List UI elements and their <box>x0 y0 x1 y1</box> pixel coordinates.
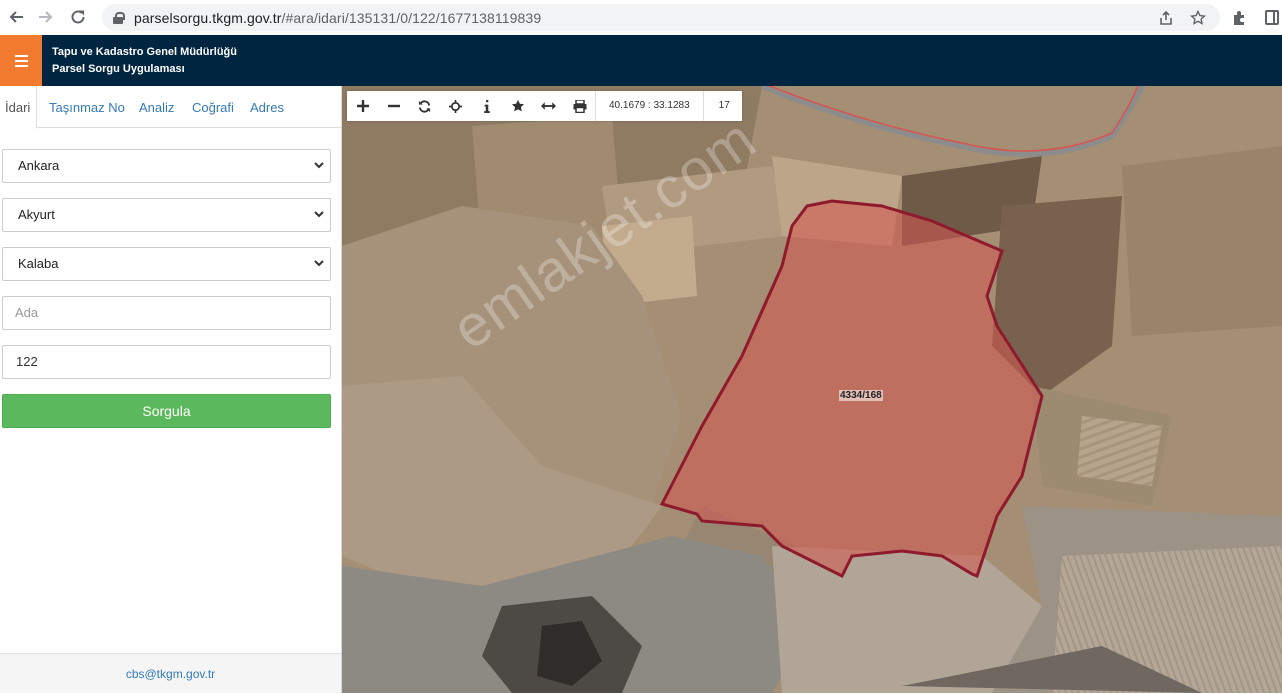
locate-button[interactable] <box>440 91 471 121</box>
zoom-level-readout: 17 <box>702 91 742 121</box>
hamburger-line <box>14 54 28 57</box>
app-header: Tapu ve Kadastro Genel Müdürlüğü Parsel … <box>0 35 1282 86</box>
hamburger-line <box>14 59 28 62</box>
parcel-number-label: 4334/168 <box>839 390 883 401</box>
lock-icon <box>113 11 125 24</box>
browser-toolbar: parselsorgu.tkgm.gov.tr/#ara/idari/13513… <box>0 0 1282 35</box>
hamburger-menu-button[interactable] <box>0 35 42 86</box>
ilce-select-value: Akyurt <box>18 207 55 222</box>
star-bookmark-icon[interactable] <box>1190 9 1206 26</box>
query-panel: İdari Taşınmaz No Analiz Coğrafi Adres A… <box>0 86 342 693</box>
tab-idari[interactable]: İdari <box>0 86 38 129</box>
side-panel-icon[interactable] <box>1265 10 1279 25</box>
info-button[interactable] <box>471 91 502 121</box>
refresh-button[interactable] <box>409 91 440 121</box>
parsel-input[interactable]: 122 <box>2 345 331 379</box>
mahalle-select-value: Kalaba <box>18 256 59 271</box>
refresh-icon <box>418 99 431 113</box>
app-title-line1: Tapu ve Kadastro Genel Müdürlüğü <box>52 46 237 58</box>
il-select[interactable]: Ankara <box>2 149 331 183</box>
horizontal-arrows-icon <box>541 102 556 110</box>
map-view[interactable]: emlakjet.com 4334/168 40.1679 : 33.1283 … <box>342 86 1282 693</box>
print-button[interactable] <box>564 91 595 121</box>
sorgula-button[interactable]: Sorgula <box>2 394 331 428</box>
panel-footer: cbs@tkgm.gov.tr <box>0 653 341 693</box>
share-icon[interactable] <box>1158 10 1174 26</box>
info-icon <box>483 99 490 113</box>
back-button[interactable] <box>0 1 32 33</box>
app-title-line2: Parsel Sorgu Uygulaması <box>52 63 185 75</box>
tab-adres[interactable]: Adres <box>250 86 284 128</box>
map-toolbar: 40.1679 : 33.1283 17 <box>347 91 742 121</box>
arrow-left-icon <box>9 11 23 23</box>
plus-icon <box>356 100 369 112</box>
coordinate-readout: 40.1679 : 33.1283 <box>595 91 703 121</box>
url-text: parselsorgu.tkgm.gov.tr/#ara/idari/13513… <box>134 10 541 26</box>
url-domain: parselsorgu.tkgm.gov.tr <box>134 9 282 26</box>
query-tabs: İdari Taşınmaz No Analiz Coğrafi Adres <box>0 86 341 129</box>
ada-input-placeholder: Ada <box>15 305 39 320</box>
contact-email-link[interactable]: cbs@tkgm.gov.tr <box>126 667 215 681</box>
chevron-down-icon <box>314 162 324 169</box>
chevron-down-icon <box>314 260 324 267</box>
reload-button[interactable] <box>62 1 94 33</box>
satellite-imagery <box>342 86 1282 693</box>
parsel-input-value: 122 <box>16 354 38 369</box>
tab-cografi[interactable]: Coğrafi <box>192 86 234 128</box>
chevron-down-icon <box>314 211 324 218</box>
crosshair-icon <box>449 99 462 113</box>
app-title: Tapu ve Kadastro Genel Müdürlüğü Parsel … <box>52 44 237 78</box>
extensions-puzzle-icon[interactable] <box>1231 9 1249 27</box>
tab-analiz[interactable]: Analiz <box>139 86 174 128</box>
forward-button[interactable] <box>30 1 62 33</box>
star-icon <box>511 99 524 112</box>
favorite-button[interactable] <box>502 91 533 121</box>
tab-tasinmaz-no[interactable]: Taşınmaz No <box>49 86 125 128</box>
zoom-in-button[interactable] <box>347 91 378 121</box>
minus-icon <box>387 104 400 108</box>
measure-button[interactable] <box>533 91 564 121</box>
address-bar[interactable]: parselsorgu.tkgm.gov.tr/#ara/idari/13513… <box>102 4 1220 31</box>
zoom-out-button[interactable] <box>378 91 409 121</box>
hamburger-line <box>14 64 28 67</box>
il-select-value: Ankara <box>18 158 60 173</box>
print-icon <box>573 99 586 113</box>
reload-icon <box>71 10 85 24</box>
ada-input[interactable]: Ada <box>2 296 331 330</box>
url-path: /#ara/idari/135131/0/122/1677138119839 <box>281 9 542 26</box>
arrow-right-icon <box>39 11 53 23</box>
mahalle-select[interactable]: Kalaba <box>2 247 331 281</box>
ilce-select[interactable]: Akyurt <box>2 198 331 232</box>
